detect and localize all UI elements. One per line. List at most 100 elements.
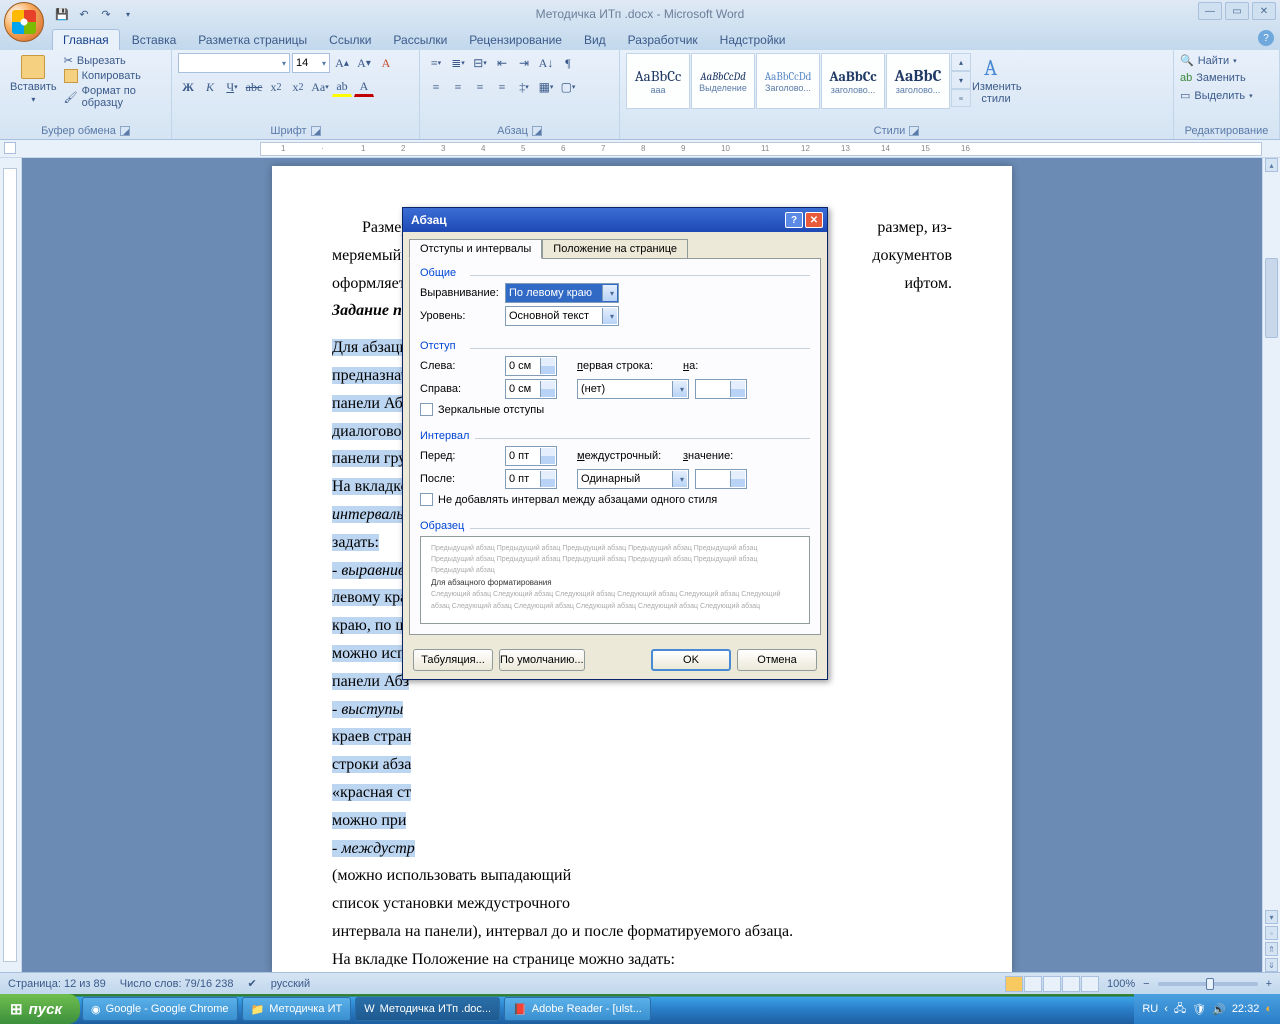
bullets-button[interactable]: ≡▾ — [426, 53, 446, 73]
status-proofing-icon[interactable]: ✔ — [248, 977, 257, 990]
office-button[interactable] — [4, 2, 44, 42]
outline-level-combo[interactable]: Основной текст — [505, 306, 619, 326]
sort-button[interactable]: A↓ — [536, 53, 556, 73]
style-item[interactable]: AaBbCcDdЗаголово... — [756, 53, 820, 109]
scroll-thumb[interactable] — [1265, 258, 1278, 338]
style-item[interactable]: AaBbCcDdВыделение — [691, 53, 755, 109]
find-button[interactable]: 🔍Найти▾ — [1180, 53, 1237, 68]
ok-button[interactable]: OK — [651, 649, 731, 671]
strikethrough-button[interactable]: abc — [244, 77, 264, 97]
font-family-combo[interactable] — [178, 53, 290, 73]
zoom-slider[interactable] — [1158, 982, 1258, 986]
cancel-button[interactable]: Отмена — [737, 649, 817, 671]
style-item[interactable]: AaBbCcaaa — [626, 53, 690, 109]
style-item[interactable]: AaBbCзаголово... — [886, 53, 950, 109]
line-spacing-at-spinner[interactable] — [695, 469, 747, 489]
undo-icon[interactable]: ↶ — [76, 6, 92, 22]
select-button[interactable]: ▭Выделить▾ — [1180, 88, 1253, 103]
dialog-tab-indents[interactable]: Отступы и интервалы — [409, 239, 542, 259]
scroll-up-button[interactable]: ▴ — [1265, 158, 1278, 172]
minimize-button[interactable]: — — [1198, 2, 1222, 20]
cut-button[interactable]: ✂Вырезать — [64, 53, 165, 68]
help-icon[interactable]: ? — [1258, 30, 1274, 46]
status-words[interactable]: Число слов: 79/16 238 — [120, 978, 234, 990]
tray-language[interactable]: RU — [1142, 1003, 1158, 1015]
tab-review[interactable]: Рецензирование — [459, 30, 572, 50]
subscript-button[interactable]: x2 — [266, 77, 286, 97]
tab-view[interactable]: Вид — [574, 30, 616, 50]
dialog-help-button[interactable]: ? — [785, 212, 803, 228]
indent-right-spinner[interactable]: 0 см — [505, 379, 557, 399]
copy-button[interactable]: Копировать — [64, 68, 165, 84]
tab-page-layout[interactable]: Разметка страницы — [188, 30, 317, 50]
zoom-in-button[interactable]: + — [1266, 978, 1272, 990]
space-after-spinner[interactable]: 0 пт — [505, 469, 557, 489]
justify-button[interactable]: ≡ — [492, 77, 512, 97]
view-draft[interactable] — [1081, 976, 1099, 992]
zoom-out-button[interactable]: − — [1143, 978, 1149, 990]
align-right-button[interactable]: ≡ — [470, 77, 490, 97]
tray-shield-icon[interactable]: 🛡 — [1192, 1003, 1206, 1016]
format-painter-button[interactable]: 🖌Формат по образцу — [64, 84, 165, 110]
alignment-combo[interactable]: По левому краю — [505, 283, 619, 303]
change-case-button[interactable]: Aa▾ — [310, 77, 330, 97]
zoom-level[interactable]: 100% — [1107, 978, 1135, 990]
decrease-indent-button[interactable]: ⇤ — [492, 53, 512, 73]
paragraph-dialog-launcher[interactable] — [532, 126, 542, 136]
tab-mailings[interactable]: Рассылки — [383, 30, 457, 50]
styles-gallery[interactable]: AaBbCcaaa AaBbCcDdВыделение AaBbCcDdЗаго… — [626, 53, 965, 109]
clipboard-dialog-launcher[interactable] — [120, 126, 130, 136]
scrollbar-vertical[interactable]: ▴ ▾ ◦ ⇑ ⇓ — [1262, 158, 1280, 972]
line-spacing-button[interactable]: ‡▾ — [514, 77, 534, 97]
font-dialog-launcher[interactable] — [311, 126, 321, 136]
replace-button[interactable]: abЗаменить — [1180, 71, 1246, 85]
tray-network-icon[interactable]: 🖧 — [1174, 1000, 1186, 1019]
line-spacing-combo[interactable]: Одинарный — [577, 469, 689, 489]
ruler-vertical[interactable] — [0, 158, 22, 972]
ruler-horizontal[interactable]: 1·12345678910111213141516 — [260, 142, 1262, 156]
status-page[interactable]: Страница: 12 из 89 — [8, 978, 106, 990]
grow-font-button[interactable]: A▴ — [332, 53, 352, 73]
mirror-indents-checkbox[interactable]: Зеркальные отступы — [420, 403, 810, 416]
bold-button[interactable]: Ж — [178, 77, 198, 97]
tab-references[interactable]: Ссылки — [319, 30, 381, 50]
close-button[interactable]: ✕ — [1252, 2, 1276, 20]
view-print-layout[interactable] — [1005, 976, 1023, 992]
dialog-tab-page-position[interactable]: Положение на странице — [542, 239, 688, 259]
align-left-button[interactable]: ≡ — [426, 77, 446, 97]
paste-button[interactable]: Вставить▾ — [6, 53, 61, 106]
redo-icon[interactable]: ↷ — [98, 6, 114, 22]
tabs-button[interactable]: Табуляция... — [413, 649, 493, 671]
tab-home[interactable]: Главная — [52, 29, 120, 50]
clear-formatting-button[interactable]: A — [376, 53, 396, 73]
font-color-button[interactable]: A — [354, 77, 374, 97]
tray-icon[interactable]: ‹ — [1164, 1003, 1168, 1015]
indent-left-spinner[interactable]: 0 см — [505, 356, 557, 376]
tab-addins[interactable]: Надстройки — [710, 30, 796, 50]
status-language[interactable]: русский — [271, 978, 310, 990]
tray-icon[interactable]: ◐ — [1265, 1003, 1272, 1015]
change-styles-button[interactable]: AИзменить стили — [968, 53, 1024, 107]
taskbar-item[interactable]: ◉Google - Google Chrome — [82, 997, 238, 1021]
increase-indent-button[interactable]: ⇥ — [514, 53, 534, 73]
maximize-button[interactable]: ▭ — [1225, 2, 1249, 20]
shrink-font-button[interactable]: A▾ — [354, 53, 374, 73]
default-button[interactable]: По умолчанию... — [499, 649, 585, 671]
taskbar-item[interactable]: 📕Adobe Reader - [ulst... — [504, 997, 651, 1021]
borders-button[interactable]: ▢▾ — [558, 77, 578, 97]
space-before-spinner[interactable]: 0 пт — [505, 446, 557, 466]
view-outline[interactable] — [1062, 976, 1080, 992]
view-full-screen[interactable] — [1024, 976, 1042, 992]
scroll-down-button[interactable]: ▾ — [1265, 910, 1278, 924]
styles-dialog-launcher[interactable] — [909, 126, 919, 136]
tab-developer[interactable]: Разработчик — [618, 30, 708, 50]
tab-insert[interactable]: Вставка — [122, 30, 187, 50]
browse-object-button[interactable]: ◦ — [1265, 926, 1278, 940]
prev-page-button[interactable]: ⇑ — [1265, 942, 1278, 956]
qat-more-icon[interactable]: ▾ — [120, 6, 136, 22]
view-web-layout[interactable] — [1043, 976, 1061, 992]
first-line-combo[interactable]: (нет) — [577, 379, 689, 399]
dont-add-space-checkbox[interactable]: Не добавлять интервал между абзацами одн… — [420, 493, 810, 506]
numbering-button[interactable]: ≣▾ — [448, 53, 468, 73]
first-line-by-spinner[interactable] — [695, 379, 747, 399]
